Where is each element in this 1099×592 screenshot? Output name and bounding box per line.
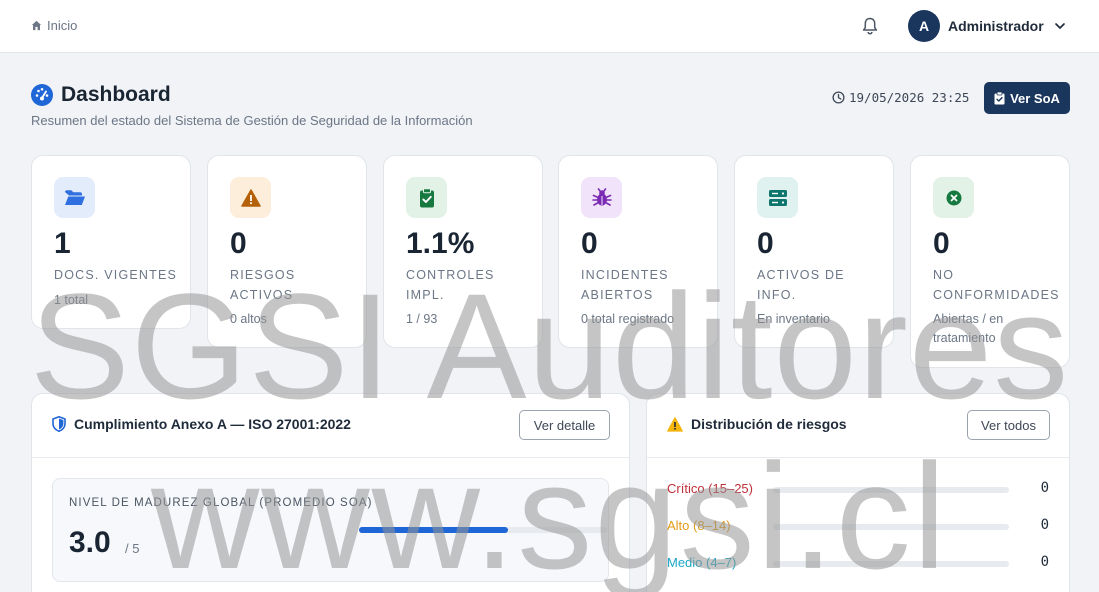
stat-label: DOCS. VIGENTES — [54, 268, 178, 282]
stat-value: 1 — [54, 227, 71, 260]
stat-card-incidents[interactable]: 0 INCIDENTES ABIERTOS 0 total registrado — [558, 155, 718, 348]
stat-subtext: 0 total registrado — [581, 312, 675, 326]
risk-count: 0 — [1040, 480, 1049, 496]
view-soa-button[interactable]: Ver SoA — [984, 82, 1070, 114]
stat-label: NO CONFORMIDADES — [933, 268, 1060, 302]
maturity-max: / 5 — [125, 541, 140, 556]
maturity-box: NIVEL DE MADUREZ GLOBAL (PROMEDIO SOA) 3… — [52, 478, 609, 582]
risk-label: Medio (4–7) — [667, 555, 737, 570]
avatar: A — [908, 10, 940, 42]
stat-card-risks[interactable]: 0 RIESGOS ACTIVOS 0 altos — [207, 155, 367, 348]
stat-subtext: En inventario — [757, 312, 830, 326]
risk-count: 0 — [1040, 554, 1049, 570]
risk-distribution-panel: Distribución de riesgos Ver todos Crític… — [646, 393, 1070, 592]
compliance-panel: Cumplimiento Anexo A — ISO 27001:2022 Ve… — [31, 393, 630, 592]
datetime-display: 19/05/2026 23:25 — [832, 90, 969, 105]
user-name: Administrador — [948, 18, 1044, 34]
breadcrumb-home[interactable]: Inicio — [31, 18, 77, 33]
user-menu[interactable]: A Administrador — [908, 10, 1066, 42]
stat-value: 0 — [933, 227, 950, 260]
server-icon — [757, 177, 798, 218]
view-all-button[interactable]: Ver todos — [967, 410, 1050, 440]
page-subtitle: Resumen del estado del Sistema de Gestió… — [31, 113, 473, 128]
stat-value: 1.1% — [406, 227, 475, 260]
stat-card-nonconformities[interactable]: 0 NO CONFORMIDADES Abiertas / en tratami… — [910, 155, 1070, 368]
stat-card-controls[interactable]: 1.1% CONTROLES IMPL. 1 / 93 — [383, 155, 543, 348]
clipboard-check-icon — [994, 91, 1005, 104]
risk-bar — [773, 561, 1009, 567]
breadcrumb-label: Inicio — [47, 18, 78, 33]
stat-label: INCIDENTES ABIERTOS — [581, 268, 669, 302]
risk-bar — [773, 487, 1009, 493]
risk-panel-header: Distribución de riesgos Ver todos — [647, 394, 1069, 458]
compliance-title-text: Cumplimiento Anexo A — ISO 27001:2022 — [74, 416, 351, 432]
risk-title-text: Distribución de riesgos — [691, 416, 847, 432]
warning-icon — [667, 416, 683, 432]
home-icon — [31, 20, 42, 31]
stat-label: RIESGOS ACTIVOS — [230, 268, 296, 302]
page-title: Dashboard — [61, 83, 171, 106]
clipboard-check-icon — [406, 177, 447, 218]
risk-bar — [773, 524, 1009, 530]
shield-icon — [52, 416, 66, 432]
risk-row-high: Alto (8–14) 0 — [667, 516, 1049, 536]
risk-label: Alto (8–14) — [667, 518, 731, 533]
maturity-progress-bar — [359, 527, 607, 533]
stat-subtext: 0 altos — [230, 312, 267, 326]
stat-subtext: Abiertas / en tratamiento — [933, 312, 1004, 345]
datetime-value: 19/05/2026 23:25 — [849, 90, 970, 105]
top-navbar: Inicio A Administrador — [0, 0, 1099, 53]
bug-icon — [581, 177, 622, 218]
compliance-panel-title: Cumplimiento Anexo A — ISO 27001:2022 — [52, 416, 351, 432]
compliance-panel-header: Cumplimiento Anexo A — ISO 27001:2022 Ve… — [32, 394, 629, 458]
risk-count: 0 — [1040, 517, 1049, 533]
x-circle-icon — [933, 177, 974, 218]
view-detail-button[interactable]: Ver detalle — [519, 410, 610, 440]
risk-row-critical: Crítico (15–25) 0 — [667, 479, 1049, 499]
stat-label: ACTIVOS DE INFO. — [757, 268, 845, 302]
folder-open-icon — [54, 177, 95, 218]
stat-subtext: 1 total — [54, 293, 89, 307]
stat-card-assets[interactable]: 0 ACTIVOS DE INFO. En inventario — [734, 155, 894, 348]
warning-icon — [230, 177, 271, 218]
bell-icon[interactable] — [861, 16, 879, 36]
chevron-down-icon — [1054, 23, 1065, 29]
stat-value: 0 — [581, 227, 598, 260]
stat-card-docs[interactable]: 1 DOCS. VIGENTES 1 total — [31, 155, 191, 329]
view-soa-label: Ver SoA — [1010, 90, 1060, 106]
maturity-progress-fill — [359, 527, 508, 533]
maturity-value: 3.0 — [69, 526, 111, 559]
risk-label: Crítico (15–25) — [667, 481, 753, 496]
risk-row-medium: Medio (4–7) 0 — [667, 553, 1049, 573]
gauge-icon — [31, 84, 53, 106]
maturity-label: NIVEL DE MADUREZ GLOBAL (PROMEDIO SOA) — [69, 497, 373, 509]
stat-label: CONTROLES IMPL. — [406, 268, 495, 302]
risk-panel-title: Distribución de riesgos — [667, 416, 847, 432]
stat-value: 0 — [230, 227, 247, 260]
clock-icon — [832, 91, 845, 104]
stat-subtext: 1 / 93 — [406, 312, 438, 326]
stat-value: 0 — [757, 227, 774, 260]
